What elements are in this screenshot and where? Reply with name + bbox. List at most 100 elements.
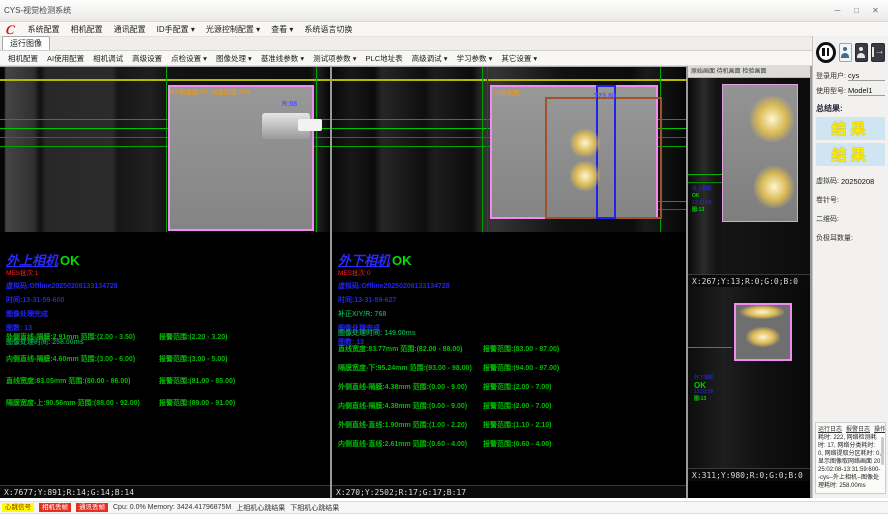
menu-item-comm-config[interactable]: 通讯配置 [114,24,146,35]
measurement-row: 隔膜宽度-上:90.56mm 范围:(88.00 - 92.00) 报警范围:(… [6,398,326,420]
pause-button[interactable] [816,42,836,63]
menu-item-camera-config[interactable]: 相机配置 [71,24,103,35]
menu-item-system-config[interactable]: 系统配置 [28,24,60,35]
login-user-button[interactable] [839,43,852,62]
qr-value [841,215,885,224]
tab-highlight [570,129,600,157]
measurement-row: 外侧直线-隔膜:4.38mm 范围:(0.00 - 9.00) 报警范围:(2.… [338,382,684,401]
maximize-button[interactable]: □ [848,4,865,17]
right-sidebar: → 登录用户: cys 使用型号: Model1 总结果: 结果 结果 虚拟码:… [812,36,888,498]
alarm-range: 报警范围:(81.00 - 85.00) [159,376,235,398]
camera-drop-badge: 相机丢帧 [39,503,71,512]
aux-bottom-coord-wrap: X:311;Y:980;R:0;G:0;B:0 [688,468,810,481]
t-value-label: T23.80 [594,93,616,100]
aux-top-coord-wrap: X:267;Y:13;R:0;G:0;B:0 [688,274,810,287]
measurement-row: 内侧直线-隔膜:4.60mm 范围:(3.00 - 6.00) 报警范围:(3.… [6,354,326,376]
tab-highlight [740,305,784,319]
log-scrollbar[interactable] [881,437,884,465]
tab-run-image[interactable]: 运行图像 [2,36,50,50]
tab-count-value [855,234,885,243]
tool-camera-config[interactable]: 相机配置 [8,53,38,64]
log-tab-operation[interactable]: 操作日志 [874,424,886,433]
tool-advanced-debug[interactable]: 高级调试 ▾ [412,53,448,64]
measurement-row: 外侧直线-直线:1.90mm 范围:(1.00 - 2.20) 报警范围:(1.… [338,420,684,439]
tab-highlight [746,327,780,347]
threshold-note: NT高阈值:93, 动态阈值:100 [170,86,249,96]
tab-highlight [754,166,794,208]
time-line: 时间:13-31-59-600 [6,295,326,305]
alarm-range: 报警范围:(83.00 - 87.00) [483,344,559,363]
measurement-value: 直线宽度:83.77mm 范围:(82.00 - 88.00) [338,344,483,363]
camera-view-outer-lower[interactable]: AI检测框 T23.80 外下相机OK MES批次:0 虚拟码:Offline2… [332,66,686,498]
measurement-row: 内侧直线-隔膜:4.38mm 范围:(0.00 - 9.00) 报警范围:(2.… [338,401,684,420]
tool-spot-check[interactable]: 点检设置 ▾ [171,53,207,64]
time-line: 时间:13-31-59-627 [338,295,658,305]
menu-item-view[interactable]: 查看 ▾ [271,24,293,35]
proc-done-line: 图像处理完成 [6,309,326,319]
tool-plc-address-table[interactable]: PLC地址表 [366,53,403,64]
log-tab-alarm[interactable]: 报警日志 [846,424,870,433]
qr-row: 二维码: [816,214,885,224]
main-content: NT高阈值:93, 动态阈值:100 R:88 外上相机OK MES批次:1 虚… [0,66,888,498]
logout-button[interactable]: → [871,43,885,62]
aux-top-coords: X:267;Y:13;R:0;G:0;B:0 [688,274,810,287]
alarm-range: 报警范围:(2.00 - 7.00) [483,382,551,401]
alarm-range: 报警范围:(0.60 - 4.00) [483,439,551,458]
alarm-range: 报警范围:(94.00 - 97.00) [483,363,559,382]
mini-result-ok: OK [692,193,712,200]
barcode-line: 虚拟码:Offline20250208133134728 [6,281,326,291]
aux-bottom-coords: X:311;Y:980;R:0;G:0;B:0 [688,468,810,481]
tool-advanced-settings[interactable]: 高级设置 [132,53,162,64]
menu-item-gripper-config[interactable]: ID手配置 ▾ [157,24,195,35]
log-box[interactable]: 运行日志 报警日志 操作日志 耗时: 222, 网络检测耗时: 17, 网络分类… [815,422,886,494]
comm-drop-badge: 通讯丢帧 [76,503,108,512]
mini-time: 13:31:59 [694,389,714,396]
menu-item-language-switch[interactable]: 系统语言切换 [304,24,352,35]
correction-line: 补正X/Y/R: 768 [338,309,658,319]
tool-baseline-params[interactable]: 基准线参数 ▾ [261,53,304,64]
measurement-value: 隔膜宽度-上:90.56mm 范围:(88.00 - 92.00) [6,398,159,420]
log-tab-run[interactable]: 运行日志 [818,424,842,433]
close-button[interactable]: ✕ [867,4,884,17]
mini-time: 13:31:59 [692,200,712,207]
measurement-row: 外侧直线-隔膜:2.91mm 范围:(2.00 - 3.50) 报警范围:(2.… [6,332,326,354]
measurement-row: 直线宽度:83.05mm 范围:(80.00 - 86.00) 报警范围:(81… [6,376,326,398]
green-vertical-line [482,67,483,232]
app-logo-icon: C [5,23,15,36]
login-user-row: 登录用户: cys [816,71,885,81]
virtual-code-row: 虚拟码: 20250208 [816,176,885,186]
aux-view-top[interactable]: 外上相机 OK 13:31:59 图:13 [688,78,810,274]
mini-result-text: 外上相机 OK 13:31:59 图:13 [692,186,712,214]
measurement-row: 隔膜宽度-下:95.24mm 范围:(93.00 - 98.00) 报警范围:(… [338,363,684,382]
statusbar: 心跳信号 相机丢帧 通讯丢帧 Cpu: 0.0% Memory: 3424.41… [0,501,888,514]
switch-user-button[interactable] [855,43,868,62]
logout-icon: → [872,47,885,57]
measurement-value: 外侧直线-隔膜:4.38mm 范围:(0.00 - 9.00) [338,382,483,401]
tool-camera-debug[interactable]: 相机调试 [93,53,123,64]
tool-ai-usage-config[interactable]: AI使用配置 [47,53,84,64]
barcode-line: 虚拟码:Offline20250208133134728 [338,281,658,291]
tool-other-settings[interactable]: 其它设置 ▾ [501,53,537,64]
tool-learning-params[interactable]: 学习参数 ▾ [456,53,492,64]
model-label: 使用型号: [816,86,846,96]
alarm-range: 报警范围:(1.10 - 2.10) [483,420,551,439]
tool-image-processing[interactable]: 图像处理 ▾ [216,53,252,64]
tab-strip: 运行图像 [0,37,888,51]
aux-view-bottom[interactable]: 外下相机 OK 13:31:59 图:13 [688,287,810,468]
green-vertical-line [487,67,488,232]
measurement-value: 外侧直线-隔膜:2.91mm 范围:(2.00 - 3.50) [6,332,159,354]
pause-icon [822,48,825,56]
qr-label: 二维码: [816,214,839,224]
minimize-button[interactable]: ─ [829,4,846,17]
user-icon [857,47,866,58]
window-controls: ─ □ ✕ [829,4,884,17]
pause-icon [827,48,830,56]
camera-view-outer-upper[interactable]: NT高阈值:93, 动态阈值:100 R:88 外上相机OK MES批次:1 虚… [0,66,330,498]
alarm-range: 报警范围:(3.00 - 5.00) [159,354,227,376]
menu-item-light-control-config[interactable]: 光源控制配置 ▾ [206,24,260,35]
yellow-reference-line [332,79,686,81]
login-user-label: 登录用户: [816,71,846,81]
menubar: C 系统配置 相机配置 通讯配置 ID手配置 ▾ 光源控制配置 ▾ 查看 ▾ 系… [0,22,888,37]
tool-test-item-params[interactable]: 测试项参数 ▾ [313,53,356,64]
center-measurement-list: 图像处理时间: 149.00ms 直线宽度:83.77mm 范围:(82.00 … [338,328,684,458]
